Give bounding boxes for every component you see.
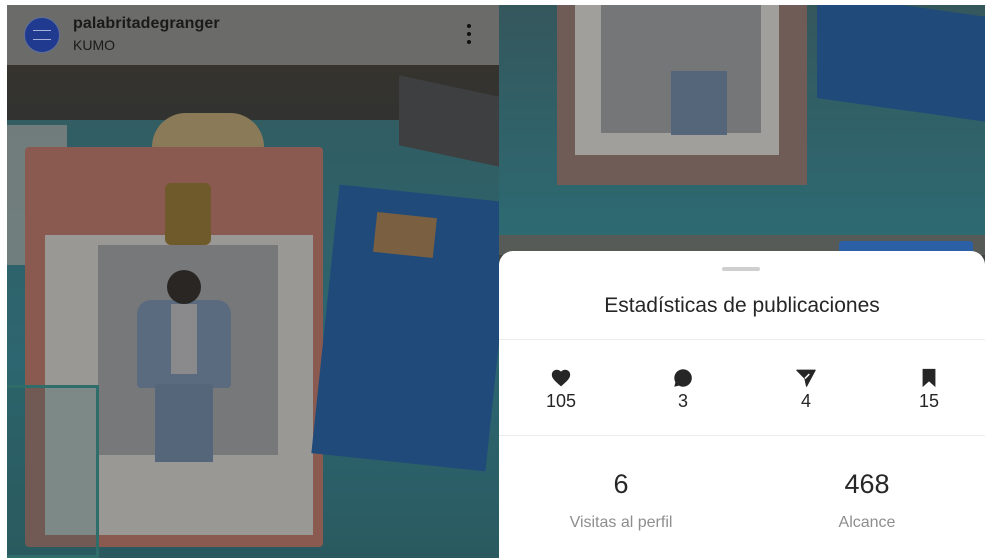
profile-visits-label: Visitas al perfil <box>569 514 673 531</box>
likes-metric: 105 <box>531 367 591 412</box>
saves-metric: 15 <box>899 367 959 412</box>
drag-handle[interactable] <box>722 267 760 271</box>
likes-count: 105 <box>545 391 577 411</box>
reach-value: 468 <box>844 469 890 499</box>
avatar[interactable] <box>24 17 60 53</box>
shares-count: 4 <box>800 391 811 411</box>
insights-sheet: Estadísticas de publicaciones 105 3 4 15… <box>499 251 985 560</box>
more-vertical-icon[interactable] <box>459 21 479 47</box>
bookmark-icon <box>922 368 936 388</box>
reach-label: Alcance <box>838 514 896 531</box>
post-username[interactable]: palabritadegranger <box>73 15 220 33</box>
photo-basket <box>7 385 99 558</box>
saves-count: 15 <box>918 391 940 411</box>
comment-icon <box>674 369 692 387</box>
profile-visits-value: 6 <box>613 469 629 499</box>
post-location[interactable]: KUMO <box>73 37 115 53</box>
insights-view: Estadísticas de publicaciones 105 3 4 15… <box>499 5 985 560</box>
comments-count: 3 <box>677 391 688 411</box>
avatar-logo <box>33 30 51 40</box>
heart-icon <box>551 369 571 387</box>
sheet-title: Estadísticas de publicaciones <box>604 294 880 317</box>
divider <box>499 435 985 436</box>
profile-visits-stat: 6 Visitas al perfil <box>531 469 711 532</box>
photo-leaflet-detail <box>373 211 437 259</box>
photo-person <box>119 270 249 465</box>
photo-person <box>671 71 727 135</box>
photo-clip <box>165 183 211 245</box>
shares-metric: 4 <box>776 367 836 412</box>
reach-stat: 468 Alcance <box>777 469 957 532</box>
divider <box>499 339 985 340</box>
post-header: palabritadegranger KUMO <box>7 5 499 65</box>
post-photo <box>7 65 499 558</box>
post-view: palabritadegranger KUMO <box>7 5 499 558</box>
send-icon <box>796 369 816 387</box>
comments-metric: 3 <box>653 367 713 412</box>
